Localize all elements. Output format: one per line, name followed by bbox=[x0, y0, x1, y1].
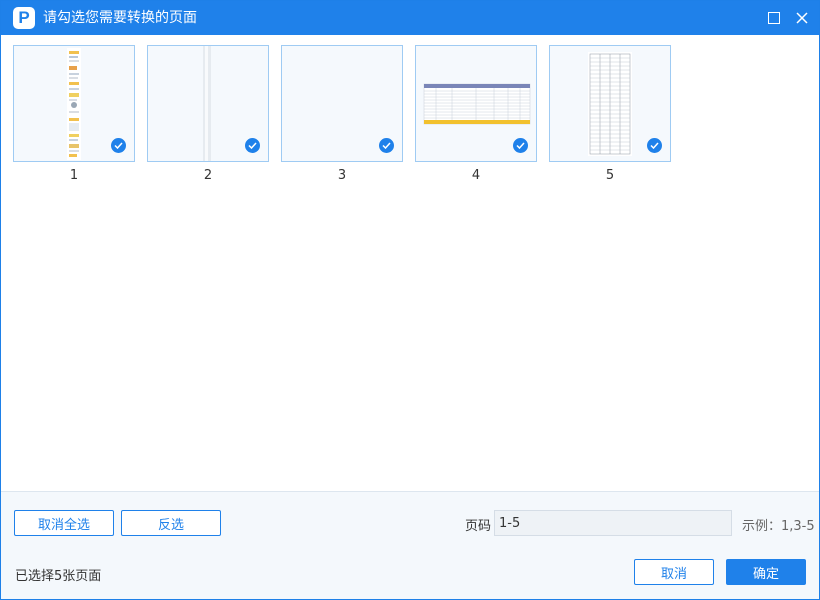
close-icon bbox=[796, 12, 808, 24]
checkmark-icon[interactable] bbox=[379, 138, 394, 153]
page-range-label: 页码 bbox=[465, 519, 492, 534]
checkmark-icon[interactable] bbox=[245, 138, 260, 153]
page-thumbnail-2[interactable] bbox=[147, 45, 269, 162]
maximize-button[interactable] bbox=[759, 1, 789, 35]
page-thumbnail-4[interactable] bbox=[415, 45, 537, 162]
page-number: 2 bbox=[203, 168, 213, 183]
page-thumbnail-5[interactable] bbox=[549, 45, 671, 162]
page-thumbnail-1[interactable] bbox=[13, 45, 135, 162]
checkmark-icon[interactable] bbox=[111, 138, 126, 153]
close-button[interactable] bbox=[787, 1, 817, 35]
page-thumbnail-area: 1 2 3 4 5 bbox=[1, 35, 819, 491]
page-range-input[interactable] bbox=[494, 510, 732, 536]
app-logo-icon: P bbox=[13, 7, 35, 29]
checkmark-icon[interactable] bbox=[513, 138, 528, 153]
page-select-dialog: P 请勾选您需要转换的页面 1 2 3 4 5 取消全选 反选 页码 1-5 示… bbox=[0, 0, 820, 600]
page-range-example: 示例：1,3-5 bbox=[742, 519, 815, 534]
maximize-icon bbox=[768, 12, 780, 24]
selection-status: 已选择5张页面 bbox=[15, 569, 102, 584]
page-thumbnail-3[interactable] bbox=[281, 45, 403, 162]
dialog-title: 请勾选您需要转换的页面 bbox=[43, 10, 197, 26]
confirm-button[interactable]: 确定 bbox=[726, 559, 806, 585]
cancel-button[interactable]: 取消 bbox=[634, 559, 714, 585]
checkmark-icon[interactable] bbox=[647, 138, 662, 153]
page-number: 5 bbox=[605, 168, 615, 183]
invert-selection-button[interactable]: 反选 bbox=[121, 510, 221, 536]
page-number: 4 bbox=[471, 168, 481, 183]
app-logo-letter: P bbox=[18, 8, 30, 27]
dialog-footer: 取消全选 反选 页码 示例：1,3-5 已选择5张页面 取消 确定 bbox=[1, 491, 819, 599]
deselect-all-button[interactable]: 取消全选 bbox=[14, 510, 114, 536]
page-number: 3 bbox=[337, 168, 347, 183]
title-bar: P 请勾选您需要转换的页面 bbox=[1, 1, 819, 35]
page-number: 1 bbox=[69, 168, 79, 183]
